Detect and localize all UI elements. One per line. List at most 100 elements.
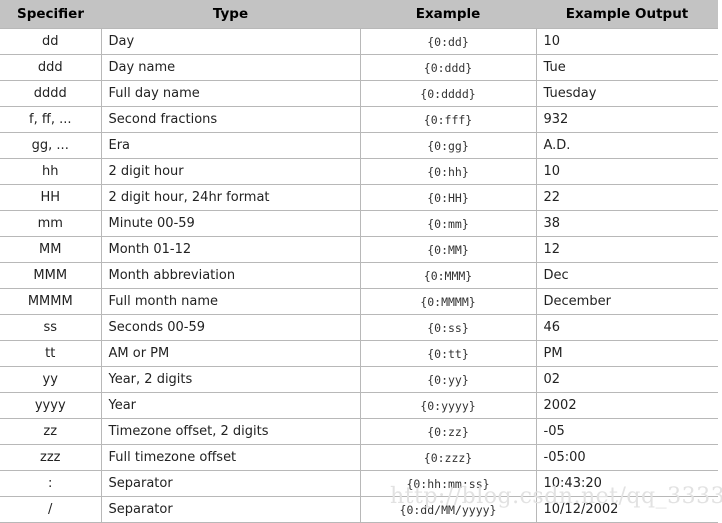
cell-specifier: MMMM (0, 288, 102, 315)
cell-example: {0:zzz} (359, 444, 537, 471)
cell-example: {0:tt} (359, 340, 537, 367)
cell-specifier: yy (0, 366, 102, 393)
cell-specifier: ddd (0, 54, 102, 81)
cell-output: 10:43:20 (535, 470, 718, 497)
cell-example: {0:dddd} (359, 80, 537, 107)
cell-example: {0:HH} (359, 184, 537, 211)
cell-output: -05:00 (535, 444, 718, 471)
cell-output: 932 (535, 106, 718, 133)
cell-output: Dec (535, 262, 718, 289)
table-header: Specifier Type Example Example Output (0, 0, 718, 29)
cell-type: Separator (100, 470, 361, 497)
table-row: dd Day {0:dd} 10 (0, 28, 718, 55)
cell-specifier: zz (0, 418, 102, 445)
table-row: yy Year, 2 digits {0:yy} 02 (0, 366, 718, 393)
cell-output: Tuesday (535, 80, 718, 107)
table-row: gg, ... Era {0:gg} A.D. (0, 132, 718, 159)
cell-output: 10 (535, 158, 718, 185)
cell-example: {0:fff} (359, 106, 537, 133)
cell-type: Day name (100, 54, 361, 81)
cell-type: Seconds 00-59 (100, 314, 361, 341)
cell-example: {0:mm} (359, 210, 537, 237)
cell-output: 10 (535, 28, 718, 55)
table-row: ddd Day name {0:ddd} Tue (0, 54, 718, 81)
cell-specifier: f, ff, ... (0, 106, 102, 133)
cell-specifier: zzz (0, 444, 102, 471)
cell-type: Year (100, 392, 361, 419)
cell-specifier: : (0, 470, 102, 497)
cell-example: {0:ss} (359, 314, 537, 341)
cell-specifier: MM (0, 236, 102, 263)
table-row: MMMM Full month name {0:MMMM} December (0, 288, 718, 315)
cell-output: 38 (535, 210, 718, 237)
table-row: ss Seconds 00-59 {0:ss} 46 (0, 314, 718, 341)
column-header-type: Type (101, 0, 360, 29)
table-row: tt AM or PM {0:tt} PM (0, 340, 718, 367)
cell-example: {0:MMM} (359, 262, 537, 289)
table-row: hh 2 digit hour {0:hh} 10 (0, 158, 718, 185)
table-row: mm Minute 00-59 {0:mm} 38 (0, 210, 718, 237)
cell-specifier: MMM (0, 262, 102, 289)
cell-type: Full day name (100, 80, 361, 107)
cell-type: Era (100, 132, 361, 159)
column-header-example: Example (360, 0, 536, 29)
table-body: dd Day {0:dd} 10 ddd Day name {0:ddd} Tue dddd Fu… (0, 28, 718, 523)
table-row: : Separator {0:hh:mm:ss} 10:43:20 (0, 470, 718, 497)
cell-example: {0:dd} (359, 28, 537, 55)
cell-output: 12 (535, 236, 718, 263)
cell-type: Month abbreviation (100, 262, 361, 289)
cell-type: 2 digit hour, 24hr format (100, 184, 361, 211)
cell-type: Year, 2 digits (100, 366, 361, 393)
cell-type: Second fractions (100, 106, 361, 133)
cell-example: {0:MMMM} (359, 288, 537, 315)
cell-specifier: ss (0, 314, 102, 341)
cell-example: {0:hh:mm:ss} (359, 470, 537, 497)
cell-example: {0:dd/MM/yyyy} (359, 496, 537, 523)
table-row: MM Month 01-12 {0:MM} 12 (0, 236, 718, 263)
cell-type: Timezone offset, 2 digits (100, 418, 361, 445)
cell-type: Month 01-12 (100, 236, 361, 263)
table-row: zzz Full timezone offset {0:zzz} -05:00 (0, 444, 718, 471)
cell-type: 2 digit hour (100, 158, 361, 185)
table-row: f, ff, ... Second fractions {0:fff} 932 (0, 106, 718, 133)
cell-example: {0:zz} (359, 418, 537, 445)
cell-specifier: dd (0, 28, 102, 55)
cell-output: PM (535, 340, 718, 367)
cell-output: 10/12/2002 (535, 496, 718, 523)
cell-specifier: hh (0, 158, 102, 185)
cell-type: Day (100, 28, 361, 55)
table-row: MMM Month abbreviation {0:MMM} Dec (0, 262, 718, 289)
cell-specifier: HH (0, 184, 102, 211)
date-format-specifier-table: Specifier Type Example Example Output dd… (0, 0, 718, 523)
cell-type: Minute 00-59 (100, 210, 361, 237)
table-row: / Separator {0:dd/MM/yyyy} 10/12/2002 (0, 496, 718, 523)
cell-output: Tue (535, 54, 718, 81)
table-row: yyyy Year {0:yyyy} 2002 (0, 392, 718, 419)
cell-type: AM or PM (100, 340, 361, 367)
cell-example: {0:hh} (359, 158, 537, 185)
cell-specifier: mm (0, 210, 102, 237)
cell-type: Separator (100, 496, 361, 523)
table-row: HH 2 digit hour, 24hr format {0:HH} 22 (0, 184, 718, 211)
table-header-row: Specifier Type Example Example Output (0, 0, 718, 29)
cell-output: 22 (535, 184, 718, 211)
table-row: dddd Full day name {0:dddd} Tuesday (0, 80, 718, 107)
table-row: zz Timezone offset, 2 digits {0:zz} -05 (0, 418, 718, 445)
cell-specifier: dddd (0, 80, 102, 107)
cell-example: {0:MM} (359, 236, 537, 263)
cell-output: A.D. (535, 132, 718, 159)
cell-output: -05 (535, 418, 718, 445)
cell-type: Full month name (100, 288, 361, 315)
cell-example: {0:yyyy} (359, 392, 537, 419)
cell-output: 46 (535, 314, 718, 341)
cell-example: {0:ddd} (359, 54, 537, 81)
cell-output: 02 (535, 366, 718, 393)
cell-specifier: yyyy (0, 392, 102, 419)
cell-specifier: tt (0, 340, 102, 367)
cell-example: {0:yy} (359, 366, 537, 393)
cell-example: {0:gg} (359, 132, 537, 159)
cell-specifier: gg, ... (0, 132, 102, 159)
cell-type: Full timezone offset (100, 444, 361, 471)
cell-output: December (535, 288, 718, 315)
cell-output: 2002 (535, 392, 718, 419)
